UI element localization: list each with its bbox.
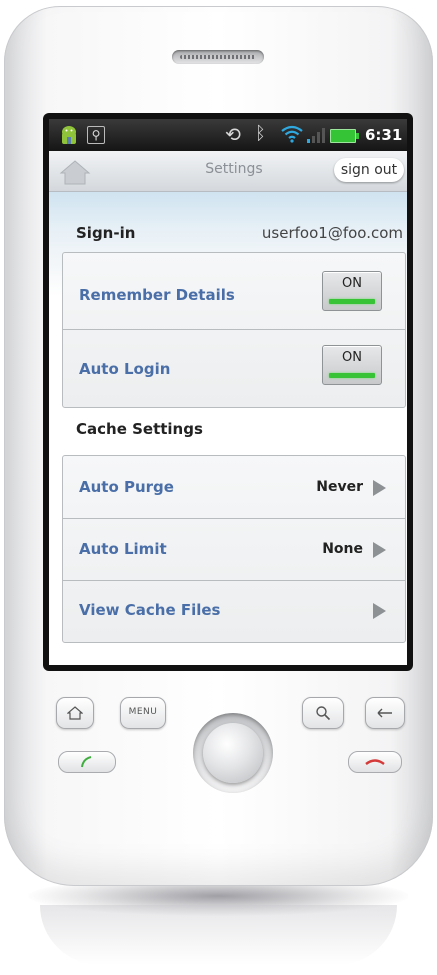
toggle-indicator	[329, 373, 375, 378]
speaker-grill	[180, 55, 256, 59]
search-key-icon	[316, 706, 331, 721]
chevron-right-icon	[373, 542, 386, 558]
phone-reflection	[40, 905, 397, 965]
remember-details-toggle[interactable]: ON	[322, 271, 382, 311]
android-icon	[62, 126, 76, 144]
sign-out-button[interactable]: sign out	[334, 158, 404, 182]
cache-settings-heading: Cache Settings	[76, 420, 203, 438]
trackball-ball	[203, 723, 263, 783]
back-key[interactable]	[365, 697, 405, 729]
auto-purge-label: Auto Purge	[79, 478, 174, 496]
toggle-indicator	[329, 299, 375, 304]
auto-limit-value: None	[322, 541, 363, 557]
call-icon	[81, 756, 92, 768]
view-cache-files-label: View Cache Files	[79, 601, 221, 619]
menu-key-label: MENU	[128, 707, 158, 717]
title-bar: Settings sign out	[49, 151, 407, 192]
cache-settings-group: Auto Purge Never Auto Limit None View Ca…	[62, 455, 406, 643]
toggle-label: ON	[342, 350, 362, 365]
signin-settings-group: Remember Details ON Auto Login ON	[62, 252, 406, 408]
call-key[interactable]	[58, 751, 116, 773]
battery-icon	[330, 129, 359, 143]
toggle-label: ON	[342, 276, 362, 291]
auto-purge-value: Never	[316, 479, 363, 495]
bluetooth-icon: ᛒ	[255, 123, 266, 144]
status-bar: ⚲ ⟲ ᛒ 6:31	[49, 119, 407, 151]
wifi-icon	[281, 125, 303, 143]
sync-icon: ⟲	[225, 124, 241, 146]
menu-key[interactable]: MENU	[120, 697, 166, 729]
back-key-icon	[377, 708, 392, 718]
signin-account: userfoo1@foo.com	[261, 224, 403, 242]
auto-login-row[interactable]: Auto Login ON	[63, 330, 405, 407]
remember-details-label: Remember Details	[79, 286, 235, 304]
auto-limit-row[interactable]: Auto Limit None	[63, 519, 405, 580]
auto-purge-row[interactable]: Auto Purge Never	[63, 456, 405, 518]
view-cache-files-row[interactable]: View Cache Files	[63, 581, 405, 642]
auto-limit-label: Auto Limit	[79, 540, 167, 558]
earpiece-speaker	[172, 50, 264, 64]
screen: ⚲ ⟲ ᛒ 6:31 Settings sign out Sign-in use…	[49, 119, 407, 665]
search-key[interactable]	[302, 697, 344, 729]
auto-login-label: Auto Login	[79, 360, 171, 378]
home-icon[interactable]	[59, 159, 91, 185]
home-key-icon	[67, 706, 83, 720]
home-key[interactable]	[56, 697, 94, 729]
end-call-icon	[365, 759, 385, 765]
end-call-key[interactable]	[348, 751, 402, 773]
usb-icon: ⚲	[87, 126, 105, 144]
chevron-right-icon	[373, 480, 386, 496]
page-title: Settings	[205, 161, 263, 177]
auto-login-toggle[interactable]: ON	[322, 345, 382, 385]
remember-details-row[interactable]: Remember Details ON	[63, 253, 405, 329]
status-time: 6:31	[365, 126, 403, 144]
trackball[interactable]	[193, 713, 273, 793]
chevron-right-icon	[373, 603, 386, 619]
signin-row: Sign-in userfoo1@foo.com	[49, 192, 407, 250]
settings-content: Sign-in userfoo1@foo.com Remember Detail…	[49, 192, 407, 665]
signal-icon	[307, 128, 325, 143]
signin-label: Sign-in	[76, 224, 136, 242]
